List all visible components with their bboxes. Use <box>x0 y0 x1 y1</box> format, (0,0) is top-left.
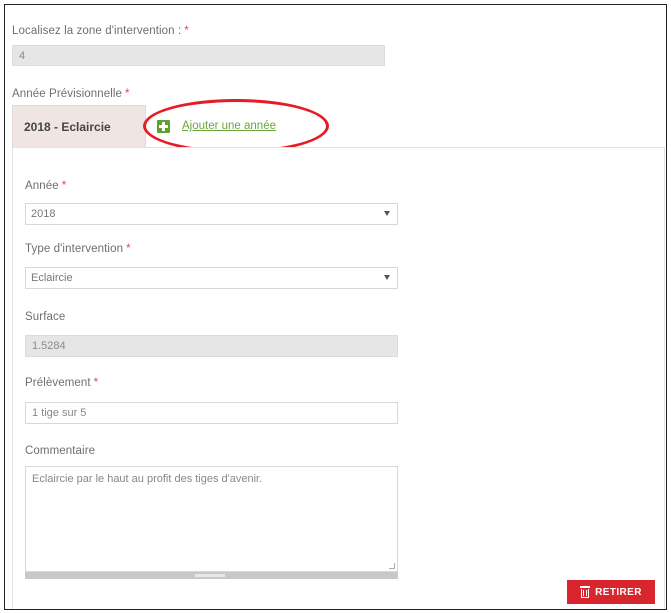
add-year-link[interactable]: Ajouter une année <box>182 120 276 132</box>
required-marker: * <box>125 88 130 100</box>
annee-select-value: 2018 <box>31 208 56 220</box>
required-marker: * <box>126 243 131 255</box>
surface-label: Surface <box>25 311 65 323</box>
zone-label: Localisez la zone d'intervention : * <box>12 25 189 37</box>
required-marker: * <box>61 180 67 192</box>
prelevement-value: 1 tige sur 5 <box>32 407 87 419</box>
zone-field: 4 <box>12 45 385 66</box>
required-marker: * <box>184 25 189 37</box>
type-intervention-label: Type d'intervention * <box>25 243 131 255</box>
zone-label-text: Localisez la zone d'intervention : <box>12 25 182 37</box>
zone-value: 4 <box>19 49 26 62</box>
tab-label: 2018 - Eclaircie <box>24 119 111 134</box>
prelevement-label: Prélèvement * <box>25 377 98 389</box>
commentaire-value: Eclaircie par le haut au profit des tige… <box>32 473 263 485</box>
resize-handle[interactable] <box>389 563 395 569</box>
prelevement-label-text: Prélèvement <box>25 377 91 389</box>
surface-label-text: Surface <box>25 311 66 323</box>
add-year-button[interactable]: Ajouter une année <box>157 116 276 136</box>
textarea-scrollbar[interactable] <box>25 572 398 579</box>
annee-label-text: Année <box>25 180 59 192</box>
scrollbar-thumb[interactable] <box>195 574 225 577</box>
commentaire-label-text: Commentaire <box>25 445 96 457</box>
caret-down-icon <box>384 211 390 216</box>
required-marker: * <box>93 377 99 389</box>
caret-down-icon <box>384 275 390 280</box>
tab-2018-eclaircie[interactable]: 2018 - Eclaircie <box>12 105 146 147</box>
type-intervention-label-text: Type d'intervention <box>25 243 124 255</box>
annee-previsionnelle-label: Année Prévisionnelle * <box>12 88 130 100</box>
prelevement-input[interactable]: 1 tige sur 5 <box>25 402 398 424</box>
type-intervention-select-value: Eclaircie <box>31 272 73 284</box>
surface-field: 1.5284 <box>25 335 398 357</box>
annee-select[interactable]: 2018 <box>25 203 398 225</box>
surface-value: 1.5284 <box>32 340 66 352</box>
annee-label: Année * <box>25 180 66 192</box>
commentaire-textarea[interactable]: Eclaircie par le haut au profit des tige… <box>25 466 398 572</box>
remove-button[interactable]: RETIRER <box>567 580 655 604</box>
annee-previsionnelle-label-text: Année Prévisionnelle <box>12 88 123 100</box>
intervention-form-frame: Localisez la zone d'intervention : * 4 An… <box>4 4 667 610</box>
remove-button-label: RETIRER <box>595 586 642 598</box>
trash-icon <box>580 586 591 598</box>
type-intervention-select[interactable]: Eclaircie <box>25 267 398 289</box>
plus-square-icon <box>157 119 170 133</box>
commentaire-label: Commentaire <box>25 445 95 457</box>
